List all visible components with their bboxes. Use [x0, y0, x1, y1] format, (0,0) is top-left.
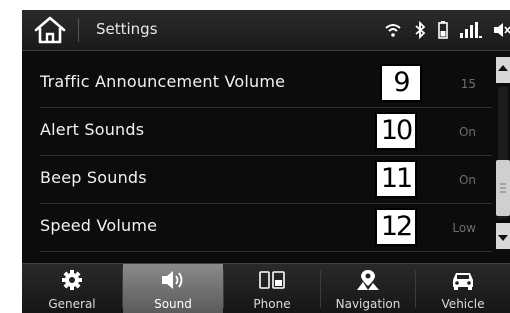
row-label: Beep Sounds [40, 168, 147, 187]
tab-sound[interactable]: Sound [123, 264, 223, 313]
home-icon [34, 16, 66, 44]
phone-icon [259, 271, 285, 289]
tab-navigation[interactable]: Navigation [321, 264, 415, 313]
row-value: 15 [460, 77, 476, 91]
tab-label: General [48, 297, 96, 311]
bottom-tab-bar: General Sound Phone Navigation Vehicle [22, 263, 510, 313]
scroll-down-button[interactable] [496, 223, 510, 249]
row-label: Alert Sounds [40, 120, 145, 139]
tab-label: Phone [253, 297, 291, 311]
speaker-icon [162, 271, 183, 289]
mute-icon [494, 22, 510, 38]
triangle-up-icon [498, 65, 508, 71]
row-value: On [458, 173, 476, 187]
home-button[interactable] [26, 14, 74, 46]
scroll-up-button[interactable] [496, 57, 510, 83]
callout-number: 10 [375, 112, 417, 150]
status-bar: Settings [22, 10, 510, 51]
gear-icon [62, 270, 82, 290]
grip-icon [500, 183, 506, 193]
row-label: Speed Volume [40, 216, 158, 235]
status-icons [372, 16, 510, 44]
row-divider [40, 251, 492, 252]
row-value: On [458, 125, 476, 139]
signal-icon [460, 22, 482, 38]
callout-number: 9 [380, 64, 422, 102]
tab-label: Navigation [335, 297, 401, 311]
header-divider [78, 18, 79, 42]
battery-icon [438, 21, 448, 39]
tab-label: Vehicle [441, 297, 485, 311]
page-title: Settings [96, 20, 158, 38]
tab-phone[interactable]: Phone [224, 264, 320, 313]
tab-general[interactable]: General [22, 264, 122, 313]
bluetooth-icon [414, 21, 426, 39]
head-unit-screen: Settings Traffic Announcement Volume 9 1… [22, 10, 510, 313]
row-traffic-announcement-volume[interactable]: Traffic Announcement Volume 9 15 [22, 60, 492, 108]
tab-label: Sound [154, 297, 192, 311]
scrollbar-thumb[interactable] [496, 160, 510, 216]
row-speed-volume[interactable]: Speed Volume 12 Low [22, 204, 492, 252]
triangle-down-icon [498, 235, 508, 241]
row-label: Traffic Announcement Volume [40, 72, 286, 91]
wifi-icon [384, 22, 402, 38]
navigation-icon [357, 270, 379, 290]
callout-number: 11 [375, 160, 417, 198]
row-beep-sounds[interactable]: Beep Sounds 11 On [22, 156, 492, 204]
row-alert-sounds[interactable]: Alert Sounds 10 On [22, 108, 492, 156]
tab-vehicle[interactable]: Vehicle [416, 264, 510, 313]
callout-number: 12 [375, 208, 417, 246]
car-icon [453, 273, 473, 290]
row-value: Low [452, 221, 476, 235]
